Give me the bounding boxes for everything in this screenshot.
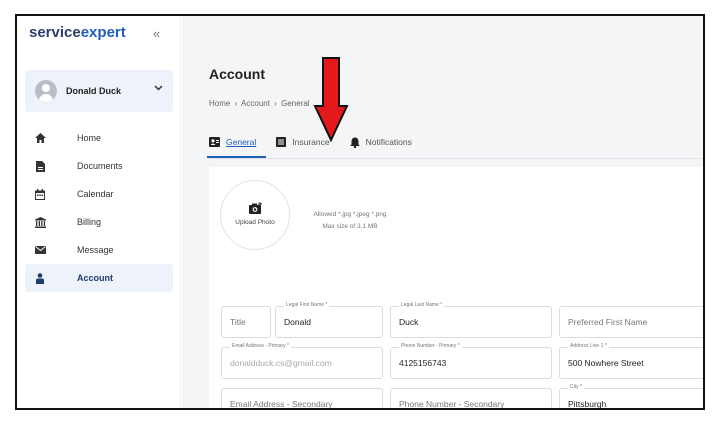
avatar [35, 80, 57, 102]
bell-icon [349, 137, 360, 148]
sidebar-item-label: Message [77, 245, 114, 255]
sidebar-item-label: Home [77, 133, 102, 143]
envelope-icon [34, 244, 46, 256]
breadcrumb-home[interactable]: Home [209, 99, 230, 108]
phone-secondary-input[interactable] [399, 389, 547, 408]
person-icon [34, 272, 46, 284]
sidebar-item-billing[interactable]: Billing [25, 208, 173, 236]
sidebar-item-label: Calendar [77, 189, 114, 199]
title-input[interactable] [230, 307, 266, 337]
last-name-field: Legal Last Name * [390, 302, 552, 338]
sidebar-item-calendar[interactable]: Calendar [25, 180, 173, 208]
app-window: serviceexpert « Donald Duck Home Documen… [15, 14, 705, 410]
city-field: City * [559, 384, 703, 408]
upload-photo-label: Upload Photo [235, 219, 275, 226]
home-icon [34, 132, 46, 144]
annotation-arrow-icon [313, 57, 349, 143]
last-name-input[interactable] [399, 307, 547, 337]
sidebar-item-account[interactable]: Account [25, 264, 173, 292]
tab-notifications[interactable]: Notifications [349, 126, 412, 158]
breadcrumb-separator: › [234, 99, 238, 108]
calendar-icon [34, 188, 46, 200]
chevron-down-icon [154, 83, 163, 94]
general-form-card: Upload Photo Allowed *.jpg *.jpeg *.png … [209, 167, 703, 408]
phone-secondary-field [390, 388, 552, 408]
app-logo[interactable]: serviceexpert [29, 24, 126, 41]
email-primary-input[interactable] [230, 348, 378, 378]
camera-add-icon [249, 201, 263, 219]
upload-hint-size: Max size of 3.1 MB [322, 223, 378, 230]
upload-hint-formats: Allowed *.jpg *.jpeg *.png [313, 211, 387, 218]
breadcrumb-account[interactable]: Account [241, 99, 270, 108]
phone-primary-field: Phone Number - Primary * [390, 343, 552, 379]
sidebar: serviceexpert « Donald Duck Home Documen… [17, 16, 181, 408]
tab-general[interactable]: General [206, 126, 267, 158]
tab-label: General [226, 137, 257, 147]
upload-photo-button[interactable]: Upload Photo [220, 180, 290, 250]
user-name: Donald Duck [66, 86, 122, 96]
preferred-first-name-input[interactable] [568, 307, 703, 337]
sidebar-nav: Home Documents Calendar Billing Message … [25, 124, 173, 292]
address-line-1-field: Address Line 1 * [559, 343, 703, 379]
collapse-sidebar-button[interactable]: « [153, 26, 160, 41]
bank-icon [34, 216, 46, 228]
sidebar-item-message[interactable]: Message [25, 236, 173, 264]
first-name-input[interactable] [284, 307, 378, 337]
sidebar-item-home[interactable]: Home [25, 124, 173, 152]
main-content: Account Home › Account › General General… [182, 16, 703, 408]
document-icon [34, 160, 46, 172]
id-card-icon [209, 137, 220, 147]
first-name-field: Legal First Name * [275, 302, 383, 338]
sidebar-item-label: Account [77, 273, 113, 283]
phone-primary-input[interactable] [399, 348, 547, 378]
sidebar-item-label: Billing [77, 217, 102, 227]
upload-hint: Allowed *.jpg *.jpeg *.png Max size of 3… [305, 209, 395, 233]
page-title: Account [209, 66, 265, 82]
list-icon [276, 137, 287, 147]
sidebar-item-documents[interactable]: Documents [25, 152, 173, 180]
city-input[interactable] [568, 389, 703, 408]
user-menu[interactable]: Donald Duck [25, 70, 173, 112]
email-secondary-input[interactable] [230, 389, 378, 408]
address-line-1-input[interactable] [568, 348, 703, 378]
breadcrumb: Home › Account › General [209, 99, 312, 108]
preferred-first-name-field [559, 306, 703, 338]
breadcrumb-general: General [281, 99, 310, 108]
title-field [221, 306, 271, 338]
tab-divider [209, 158, 703, 159]
email-primary-field: Email Address - Primary * [221, 343, 383, 379]
email-secondary-field [221, 388, 383, 408]
sidebar-item-label: Documents [77, 161, 123, 171]
tab-label: Notifications [365, 137, 412, 147]
breadcrumb-separator: › [274, 99, 277, 108]
